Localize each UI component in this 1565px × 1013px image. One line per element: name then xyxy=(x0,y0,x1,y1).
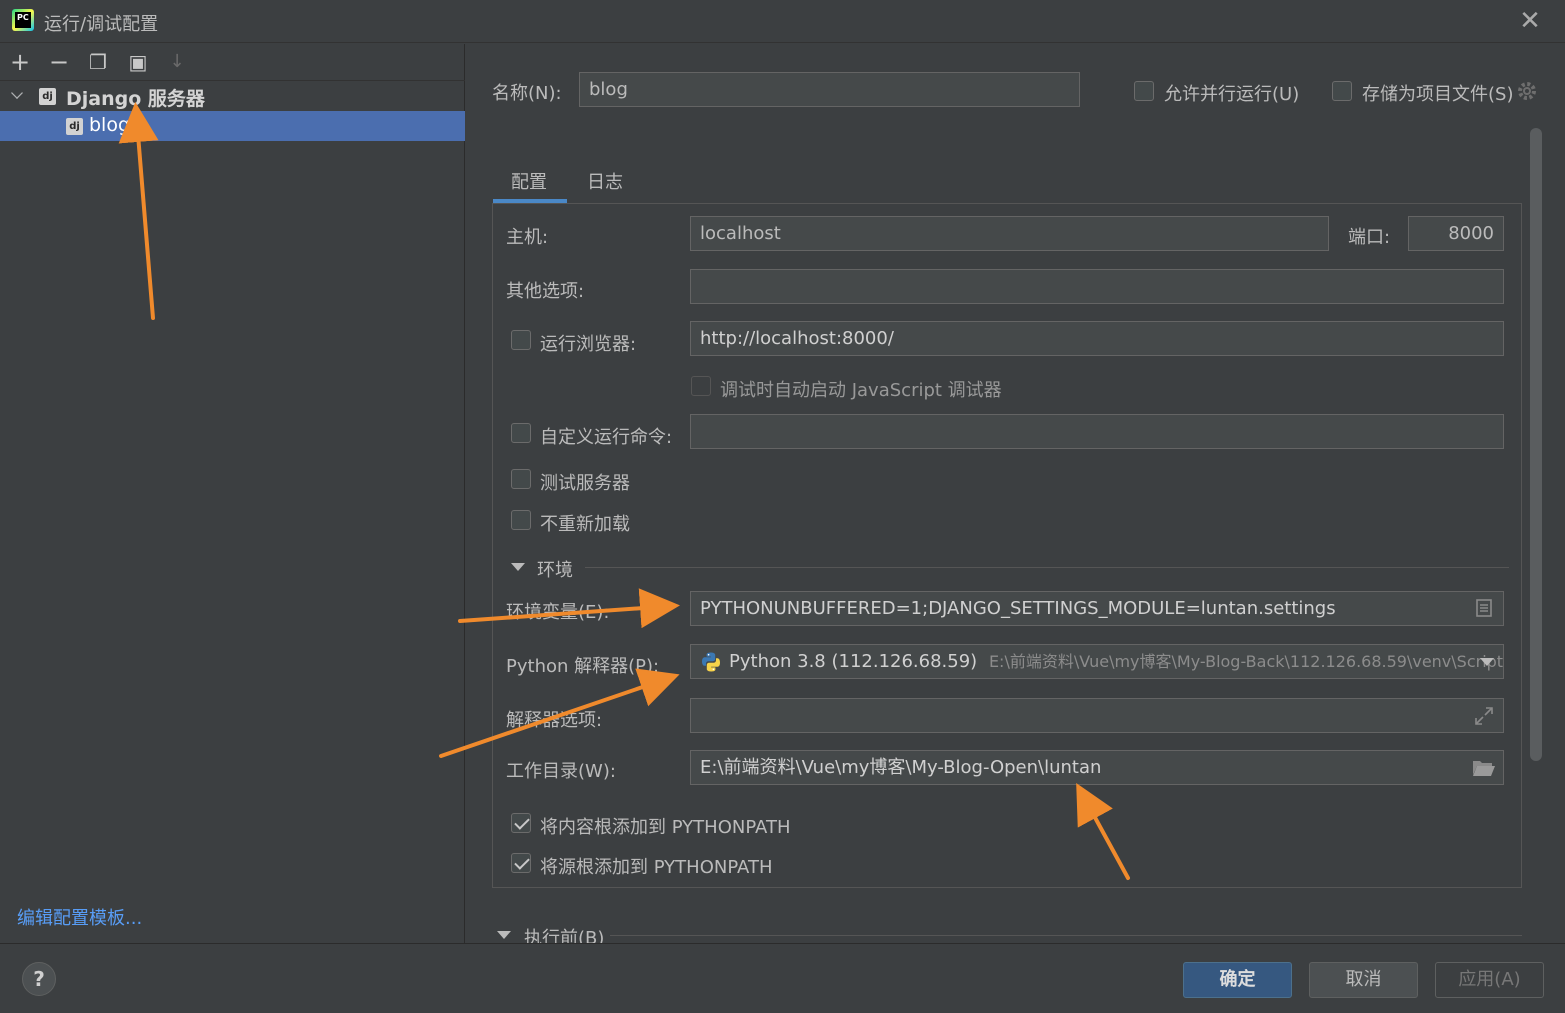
tab-log[interactable]: 日志 xyxy=(587,168,623,194)
run-browser-label: 运行浏览器: xyxy=(540,334,637,355)
allow-parallel-checkbox[interactable] xyxy=(1134,81,1154,101)
window-title: 运行/调试配置 xyxy=(44,14,159,35)
apply-button[interactable]: 应用(A) xyxy=(1435,962,1544,998)
section-divider xyxy=(610,935,1522,936)
js-debugger-checkbox[interactable] xyxy=(691,376,711,396)
name-label: 名称(N): xyxy=(492,83,562,104)
title-bar xyxy=(0,0,1565,43)
gear-icon[interactable] xyxy=(1516,80,1538,102)
add-config-icon[interactable]: + xyxy=(7,50,33,76)
remove-config-icon[interactable]: − xyxy=(46,50,72,76)
interpreter-select[interactable]: Python 3.8 (112.126.68.59) E:\前端资料\Vue\m… xyxy=(690,644,1504,679)
js-debugger-label: 调试时自动启动 JavaScript 调试器 xyxy=(720,380,1002,401)
interpreter-label: Python 解释器(P): xyxy=(506,656,660,677)
host-input[interactable]: localhost xyxy=(690,216,1329,251)
document-icon[interactable] xyxy=(1476,599,1492,617)
cancel-button[interactable]: 取消 xyxy=(1309,962,1418,998)
env-section-title[interactable]: 环境 xyxy=(537,556,573,582)
name-input[interactable]: blog xyxy=(579,72,1080,107)
tab-config[interactable]: 配置 xyxy=(511,168,547,194)
no-reload-checkbox[interactable] xyxy=(511,510,531,530)
pycharm-app-icon: PC xyxy=(12,9,34,31)
config-panel xyxy=(492,203,1522,888)
tree-item-label: blog xyxy=(89,114,131,136)
collapse-triangle-icon[interactable] xyxy=(497,931,511,939)
ok-button[interactable]: 确定 xyxy=(1183,962,1292,998)
edit-templates-link[interactable]: 编辑配置模板... xyxy=(17,904,142,930)
port-input[interactable]: 8000 xyxy=(1408,216,1504,251)
python-icon xyxy=(702,652,720,672)
store-as-project-checkbox[interactable] xyxy=(1332,81,1352,101)
custom-command-checkbox[interactable] xyxy=(511,423,531,443)
new-folder-icon[interactable]: ▣ xyxy=(125,50,151,76)
add-source-roots-checkbox[interactable] xyxy=(511,853,531,873)
run-browser-checkbox[interactable] xyxy=(511,330,531,350)
interpreter-options-input[interactable] xyxy=(690,698,1504,733)
add-content-roots-checkbox[interactable] xyxy=(511,813,531,833)
other-options-label: 其他选项: xyxy=(506,281,585,302)
copy-config-icon[interactable]: ❐ xyxy=(85,50,111,76)
store-as-project-label: 存储为项目文件(S) xyxy=(1362,84,1514,105)
help-button[interactable]: ? xyxy=(22,962,56,996)
custom-command-input[interactable] xyxy=(690,414,1504,449)
no-reload-label: 不重新加载 xyxy=(540,514,630,535)
sort-icon[interactable]: ↓ xyxy=(164,50,190,76)
env-vars-input[interactable]: PYTHONUNBUFFERED=1;DJANGO_SETTINGS_MODUL… xyxy=(690,591,1504,626)
allow-parallel-label: 允许并行运行(U) xyxy=(1164,84,1300,105)
env-vars-label: 环境变量(E): xyxy=(506,602,610,623)
test-server-checkbox[interactable] xyxy=(511,469,531,489)
close-icon[interactable]: ✕ xyxy=(1514,6,1546,36)
django-icon: dj xyxy=(66,118,83,135)
test-server-label: 测试服务器 xyxy=(540,473,630,494)
expand-icon[interactable] xyxy=(1474,706,1494,726)
django-icon: dj xyxy=(39,88,56,105)
section-divider xyxy=(585,567,1509,568)
interpreter-path: E:\前端资料\Vue\my博客\My-Blog-Back\112.126.68… xyxy=(988,652,1504,671)
pycharm-logo-icon: PC xyxy=(15,12,31,28)
working-dir-input[interactable]: E:\前端资料\Vue\my博客\My-Blog-Open\luntan xyxy=(690,750,1504,785)
port-label: 端口: xyxy=(1348,227,1391,248)
browser-url-input[interactable]: http://localhost:8000/ xyxy=(690,321,1504,356)
configurations-sidebar xyxy=(0,44,465,943)
chevron-down-icon[interactable] xyxy=(1480,658,1494,667)
other-options-input[interactable] xyxy=(690,269,1504,304)
tree-group-label: Django 服务器 xyxy=(66,88,205,110)
folder-icon[interactable] xyxy=(1472,759,1496,777)
interpreter-name: Python 3.8 (112.126.68.59) xyxy=(729,651,978,672)
add-content-roots-label: 将内容根添加到 PYTHONPATH xyxy=(540,817,791,838)
custom-command-label: 自定义运行命令: xyxy=(540,427,673,448)
vertical-scrollbar[interactable] xyxy=(1530,128,1542,761)
add-source-roots-label: 将源根添加到 PYTHONPATH xyxy=(540,857,773,878)
interpreter-options-label: 解释器选项: xyxy=(506,710,603,731)
host-label: 主机: xyxy=(506,227,549,248)
working-dir-label: 工作目录(W): xyxy=(506,761,616,782)
collapse-triangle-icon[interactable] xyxy=(511,563,525,571)
